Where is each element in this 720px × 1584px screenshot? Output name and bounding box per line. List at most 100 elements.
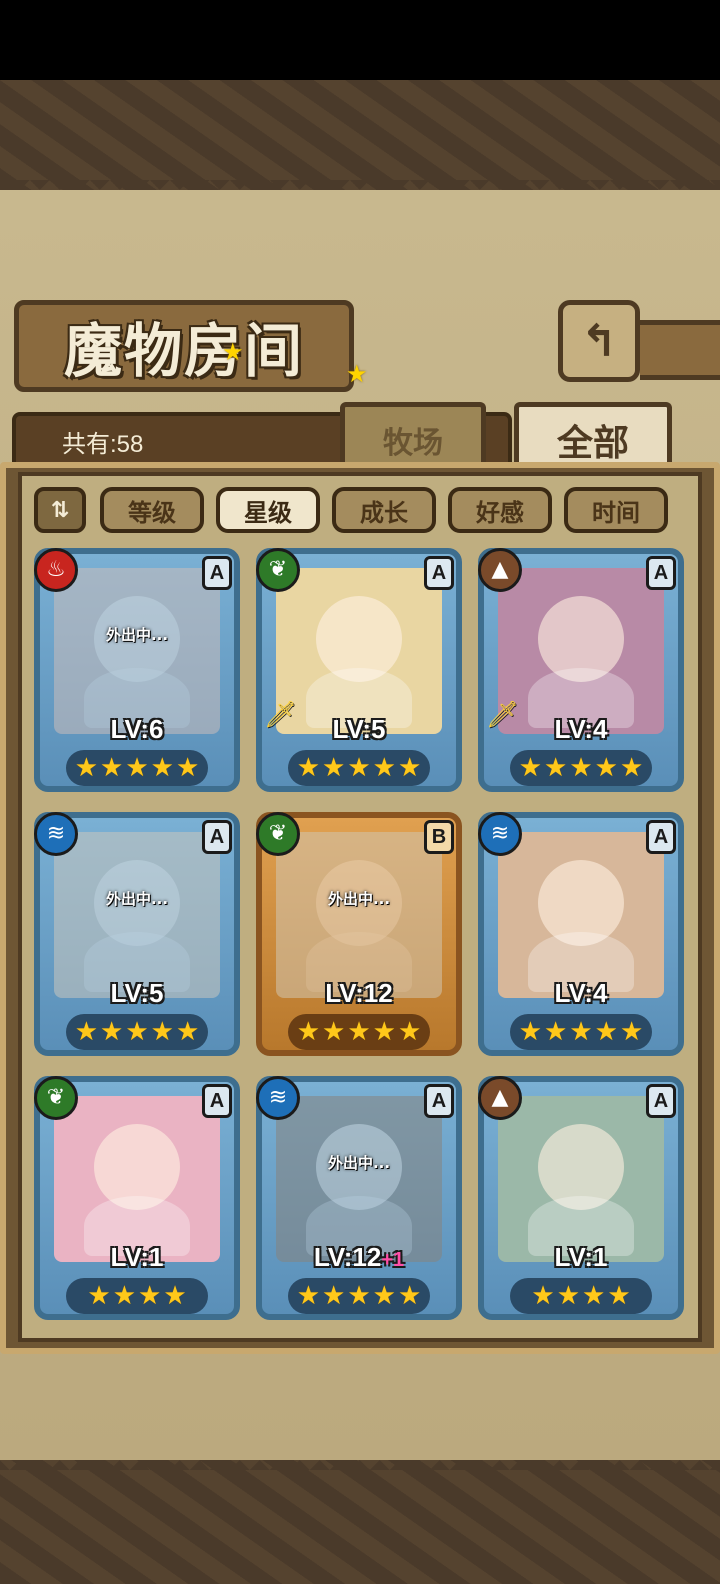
- sort-level-button[interactable]: 等级: [100, 487, 204, 533]
- tab-label: 全部: [556, 421, 629, 464]
- monster-level: LV:6: [110, 714, 164, 744]
- monster-card[interactable]: ❦ A LV:1 ★ ★ ★ ★: [34, 1076, 240, 1320]
- torn-edge-bottom: [0, 1450, 720, 1470]
- monster-portrait: [54, 1096, 220, 1262]
- earth-element-icon: ▲: [478, 1076, 522, 1120]
- star-icon: ★: [138, 1281, 162, 1311]
- star-icon: ★: [150, 753, 174, 783]
- star-rating: ★ ★ ★ ★: [66, 1278, 208, 1314]
- star-icon: ★: [74, 1017, 99, 1047]
- monster-portrait: [54, 568, 220, 734]
- rank-badge: A: [202, 820, 232, 854]
- earth-element-icon: ▲: [478, 548, 522, 592]
- sort-order-toggle[interactable]: ⇅: [34, 487, 86, 533]
- rank-badge: A: [646, 1084, 676, 1118]
- water-element-icon: ≋: [34, 812, 78, 856]
- monster-card[interactable]: ▲ A 🗡 LV:4 ★ ★ ★ ★ ★: [478, 548, 684, 792]
- map-background-bottom: [0, 1460, 720, 1584]
- star-rating: ★ ★ ★ ★: [510, 1278, 652, 1314]
- star-rating: ★ ★ ★ ★ ★: [66, 750, 208, 786]
- away-status: 外出中...: [105, 890, 169, 908]
- back-button-ledge: [640, 320, 720, 380]
- star-icon: ★: [518, 753, 543, 783]
- star-icon: ★: [569, 1017, 593, 1047]
- sparkle-star-icon: ★: [346, 360, 368, 388]
- monster-portrait: [276, 832, 442, 998]
- star-icon: ★: [87, 1281, 111, 1311]
- star-icon: ★: [397, 1017, 422, 1047]
- sort-label: 成长: [360, 497, 408, 527]
- star-icon: ★: [544, 1017, 568, 1047]
- tab-label: 牧场: [383, 425, 443, 461]
- monster-level: LV:1: [110, 1242, 164, 1272]
- away-status: 外出中...: [327, 890, 391, 908]
- water-element-icon: ≋: [478, 812, 522, 856]
- star-icon: ★: [296, 1281, 321, 1311]
- sort-label: 好感: [476, 497, 524, 527]
- monster-card[interactable]: ▲ A LV:1 ★ ★ ★ ★: [478, 1076, 684, 1320]
- monster-level: LV:4: [554, 978, 608, 1008]
- sort-label: 时间: [592, 497, 640, 527]
- star-icon: ★: [372, 1017, 396, 1047]
- rank-badge: A: [646, 820, 676, 854]
- sparkle-star-icon: ★: [222, 338, 244, 366]
- sort-affection-button[interactable]: 好感: [448, 487, 552, 533]
- sort-star-button[interactable]: 星级: [216, 487, 320, 533]
- rank-badge: B: [424, 820, 454, 854]
- rank-badge: A: [424, 556, 454, 590]
- monster-portrait: [276, 568, 442, 734]
- torn-edge-top: [0, 180, 720, 200]
- star-rating: ★ ★ ★ ★ ★: [510, 750, 652, 786]
- monster-level: LV:5: [332, 714, 386, 744]
- star-icon: ★: [531, 1281, 555, 1311]
- star-icon: ★: [125, 753, 149, 783]
- star-icon: ★: [594, 1017, 618, 1047]
- star-icon: ★: [518, 1017, 543, 1047]
- monster-count: 共有:58: [62, 430, 144, 458]
- monster-level: LV:12+1: [262, 1242, 456, 1273]
- monster-card[interactable]: ❦ B 外出中... LV:12 ★ ★ ★ ★ ★: [256, 812, 462, 1056]
- star-rating: ★ ★ ★ ★ ★: [288, 1014, 430, 1050]
- star-icon: ★: [175, 753, 200, 783]
- monster-card[interactable]: ♨ A 外出中... LV:6 ★ ★ ★ ★ ★: [34, 548, 240, 792]
- monster-card[interactable]: ❦ A 🗡 LV:5 ★ ★ ★ ★ ★: [256, 548, 462, 792]
- monster-level: LV:5: [110, 978, 164, 1008]
- monster-card[interactable]: ≋ A 外出中... LV:5 ★ ★ ★ ★ ★: [34, 812, 240, 1056]
- monster-portrait: [498, 1096, 664, 1262]
- sort-growth-button[interactable]: 成长: [332, 487, 436, 533]
- star-icon: ★: [150, 1017, 174, 1047]
- level-value: LV:12: [313, 1242, 382, 1272]
- monster-level: LV:1: [554, 1242, 608, 1272]
- star-icon: ★: [347, 753, 371, 783]
- monster-portrait: [498, 832, 664, 998]
- star-icon: ★: [397, 753, 422, 783]
- star-icon: ★: [296, 753, 321, 783]
- star-icon: ★: [322, 1017, 346, 1047]
- star-icon: ★: [100, 1017, 124, 1047]
- star-icon: ★: [619, 1017, 644, 1047]
- back-button[interactable]: ↰: [558, 300, 640, 382]
- monster-card[interactable]: ≋ A LV:4 ★ ★ ★ ★ ★: [478, 812, 684, 1056]
- sort-time-button[interactable]: 时间: [564, 487, 668, 533]
- star-icon: ★: [347, 1017, 371, 1047]
- star-icon: ★: [112, 1281, 136, 1311]
- star-icon: ★: [322, 1281, 346, 1311]
- star-icon: ★: [296, 1017, 321, 1047]
- star-icon: ★: [607, 1281, 631, 1311]
- star-icon: ★: [556, 1281, 580, 1311]
- away-status: 外出中...: [327, 1154, 391, 1172]
- rank-badge: A: [202, 1084, 232, 1118]
- sort-order-icon: ⇅: [50, 497, 70, 523]
- star-icon: ★: [372, 753, 396, 783]
- return-arrow-icon: ↰: [580, 315, 618, 367]
- star-icon: ★: [397, 1281, 422, 1311]
- wind-element-icon: ❦: [256, 548, 300, 592]
- monster-card[interactable]: ≋ A 外出中... LV:12+1 ★ ★ ★ ★ ★: [256, 1076, 462, 1320]
- star-rating: ★ ★ ★ ★ ★: [66, 1014, 208, 1050]
- status-bar: [0, 0, 720, 80]
- star-rating: ★ ★ ★ ★ ★: [288, 750, 430, 786]
- star-icon: ★: [544, 753, 568, 783]
- sort-label: 星级: [244, 497, 292, 527]
- fire-element-icon: ♨: [34, 548, 78, 592]
- monster-portrait: [54, 832, 220, 998]
